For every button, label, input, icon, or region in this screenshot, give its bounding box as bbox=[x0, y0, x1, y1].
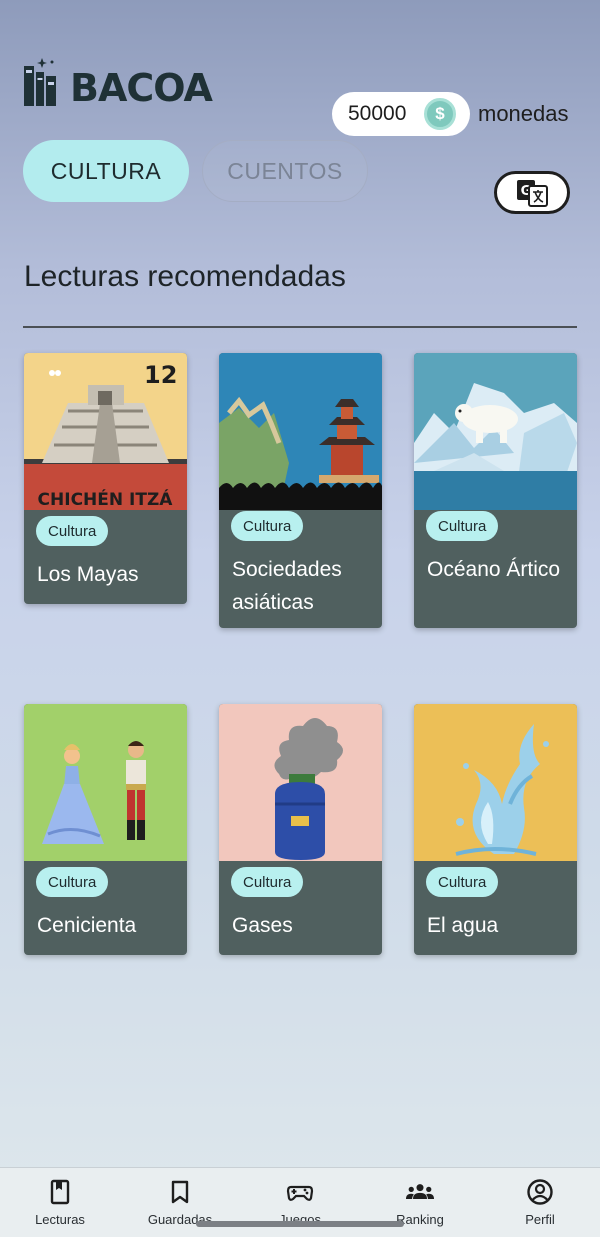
reading-card-gases[interactable]: Cultura Gases bbox=[219, 704, 382, 955]
reading-card-oceano-artico[interactable]: Cultura Océano Ártico bbox=[414, 353, 577, 628]
tab-cuentos[interactable]: CUENTOS bbox=[202, 140, 368, 202]
coins-label: monedas bbox=[478, 101, 569, 126]
book-icon bbox=[50, 1179, 70, 1205]
nav-label: Lecturas bbox=[35, 1212, 85, 1227]
category-badge: Cultura bbox=[36, 516, 109, 546]
coin-icon: $ bbox=[424, 98, 456, 130]
profile-icon bbox=[527, 1179, 553, 1205]
coins-pill: 50000 $ bbox=[332, 92, 470, 136]
card-title: Sociedades asiáticas bbox=[232, 558, 342, 614]
card-cover-image bbox=[219, 704, 382, 861]
logo-text: BACOA bbox=[70, 66, 213, 110]
card-title: Océano Ártico bbox=[427, 558, 561, 581]
tab-cultura[interactable]: CULTURA bbox=[23, 140, 189, 202]
reading-card-los-mayas[interactable]: 12 CHICHÉN ITZÁ Cultura Los Mayas bbox=[24, 353, 187, 604]
card-title: Los Mayas bbox=[37, 563, 139, 586]
gamepad-icon bbox=[286, 1185, 314, 1201]
card-title: Cenicienta bbox=[37, 914, 137, 937]
category-badge: Cultura bbox=[231, 511, 304, 541]
nav-item-perfil[interactable]: Perfil bbox=[480, 1168, 600, 1237]
card-cover-image bbox=[414, 353, 577, 510]
card-cover-image: 12 CHICHÉN ITZÁ bbox=[24, 353, 187, 510]
svg-text:12: 12 bbox=[144, 361, 177, 389]
translate-icon: G bbox=[517, 179, 548, 207]
app-logo: BACOA bbox=[22, 50, 213, 110]
coins-value: 50000 bbox=[348, 102, 407, 125]
card-cover-image bbox=[414, 704, 577, 861]
section-divider bbox=[23, 326, 577, 328]
category-badge: Cultura bbox=[36, 867, 109, 897]
home-indicator[interactable] bbox=[196, 1221, 404, 1227]
category-badge: Cultura bbox=[231, 867, 304, 897]
translate-button[interactable]: G bbox=[494, 171, 570, 214]
reading-card-el-agua[interactable]: Cultura El agua bbox=[414, 704, 577, 955]
card-cover-image bbox=[219, 353, 382, 510]
category-badge: Cultura bbox=[426, 511, 499, 541]
reading-card-cenicienta[interactable]: Cultura Cenicienta bbox=[24, 704, 187, 955]
section-title: Lecturas recomendadas bbox=[24, 260, 346, 293]
svg-text:CHICHÉN ITZÁ: CHICHÉN ITZÁ bbox=[38, 488, 174, 510]
card-cover-image bbox=[24, 704, 187, 861]
nav-label: Perfil bbox=[525, 1212, 555, 1227]
reading-card-sociedades-asiaticas[interactable]: Cultura Sociedades asiáticas bbox=[219, 353, 382, 628]
bookmark-icon bbox=[171, 1180, 189, 1204]
card-title: El agua bbox=[427, 914, 499, 937]
category-badge: Cultura bbox=[426, 867, 499, 897]
books-logo-icon bbox=[24, 58, 56, 106]
card-title: Gases bbox=[232, 914, 293, 937]
nav-item-lecturas[interactable]: Lecturas bbox=[0, 1168, 120, 1237]
group-icon bbox=[406, 1184, 434, 1199]
